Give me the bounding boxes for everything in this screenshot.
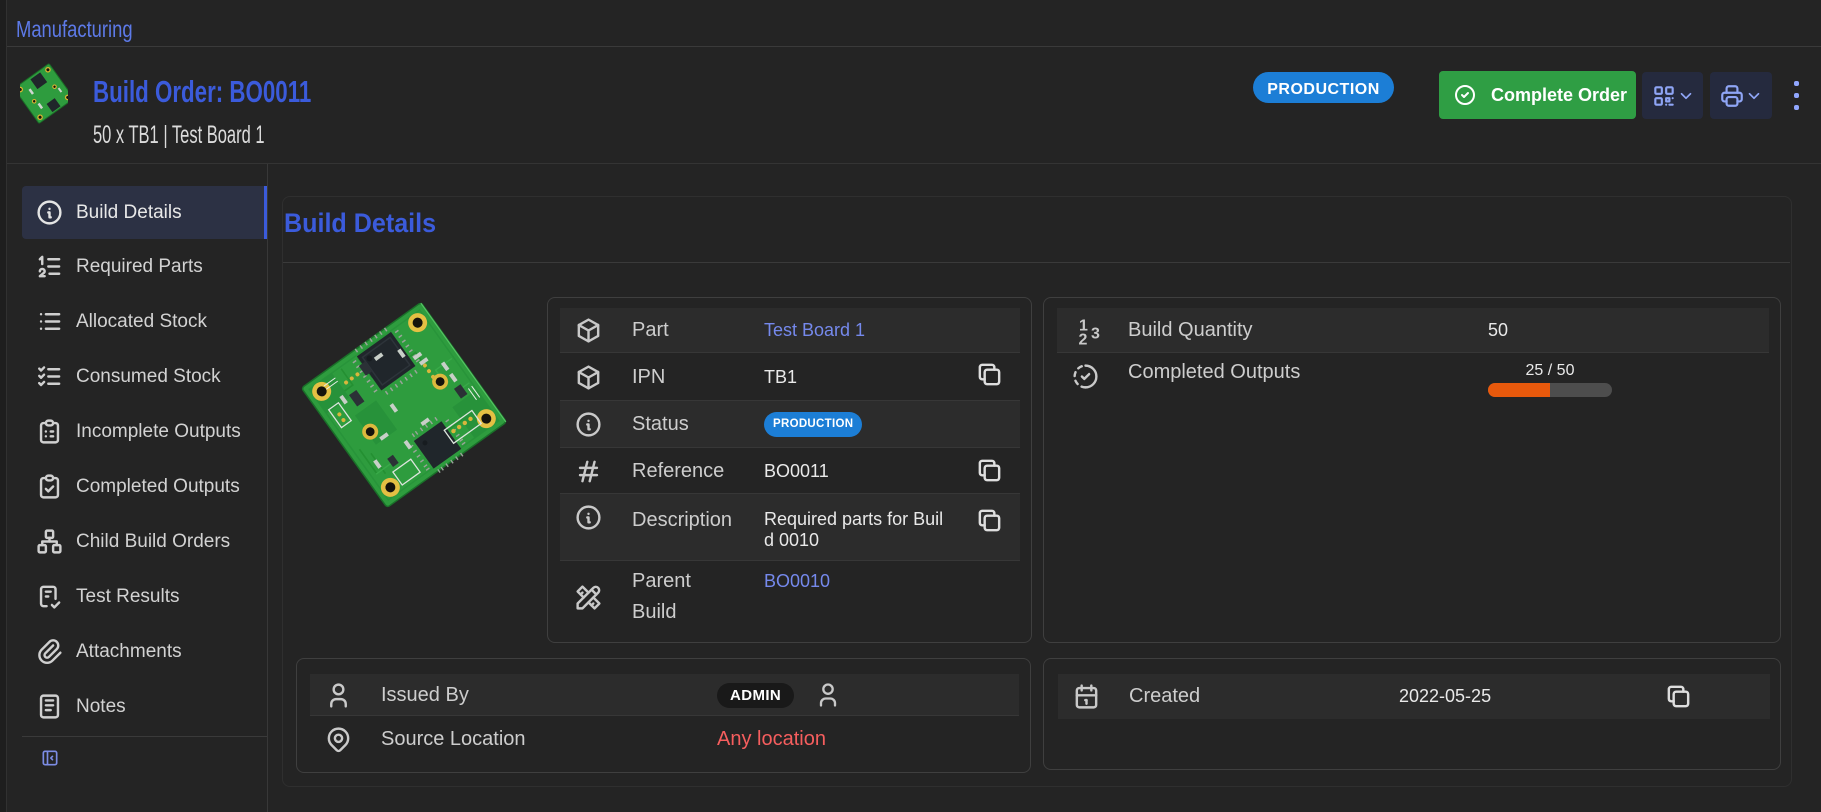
svg-text:3: 3 xyxy=(1091,326,1100,343)
svg-text:2: 2 xyxy=(1078,332,1087,346)
